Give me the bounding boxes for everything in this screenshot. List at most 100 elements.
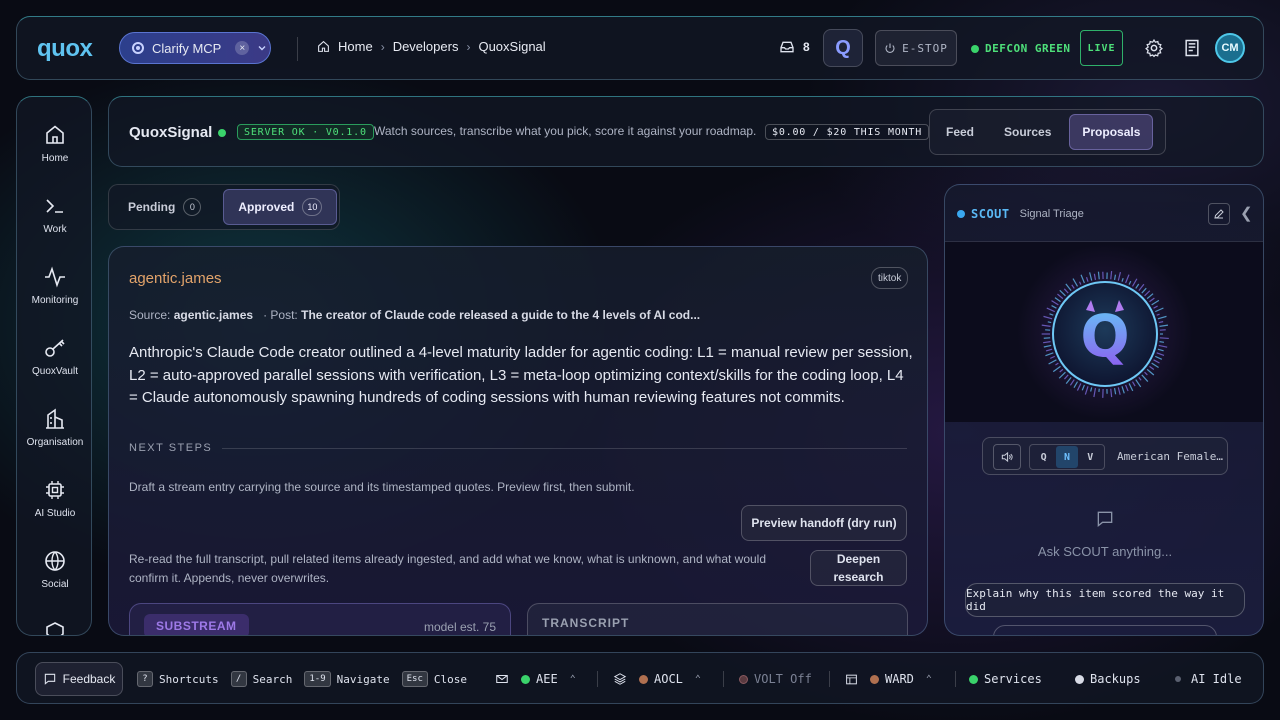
feedback-label: Feedback	[62, 672, 116, 686]
sidebar-item-label: Social	[41, 579, 69, 590]
tab-proposals[interactable]: Proposals	[1069, 114, 1154, 150]
layers-icon	[613, 673, 627, 685]
clear-context-icon[interactable]: ×	[235, 41, 250, 55]
sidebar-item-social[interactable]: Social	[17, 549, 91, 590]
sidebar-item-organisation[interactable]: Organisation	[17, 407, 91, 448]
page-description: Watch sources, transcribe what you pick,…	[374, 124, 757, 138]
speaker-button[interactable]	[993, 444, 1021, 470]
feedback-button[interactable]: Feedback	[35, 662, 123, 696]
next-steps-label: NEXT STEPS	[129, 442, 213, 454]
caret-up-icon[interactable]: ⌃	[926, 674, 932, 685]
search-hint[interactable]: Search	[253, 673, 293, 686]
sidebar-item-monitoring[interactable]: Monitoring	[17, 265, 91, 306]
edit-button[interactable]	[1208, 203, 1230, 225]
backups-label: Backups	[1090, 672, 1141, 686]
status-dot	[969, 674, 978, 684]
context-icon	[132, 42, 144, 54]
scout-name: SCOUT	[971, 207, 1010, 221]
deepen-research-button[interactable]: Deepen research	[810, 550, 907, 586]
voice-name-select[interactable]: American Female…	[1117, 450, 1223, 463]
estop-button[interactable]: E-STOP	[875, 30, 957, 66]
sidebar-item-home[interactable]: Home	[17, 123, 91, 164]
sidebar-item-ai-studio[interactable]: AI Studio	[17, 478, 91, 519]
terminal-icon	[46, 199, 63, 213]
pencil-icon	[1214, 209, 1224, 219]
voice-mode-selector: Q N V	[1029, 444, 1105, 470]
aocl-status[interactable]: AOCL ⌃	[613, 653, 701, 705]
shield-icon	[46, 622, 64, 635]
shortcut-key: 1-9	[304, 671, 331, 687]
services-status[interactable]: Services	[969, 653, 1042, 705]
proposal-title[interactable]: agentic.james	[129, 270, 222, 287]
status-dot	[1175, 676, 1181, 682]
quox-agent-button[interactable]: Q	[823, 29, 863, 67]
book-icon[interactable]	[1182, 38, 1202, 58]
chevron-right-icon: ›	[380, 39, 385, 54]
services-label: Services	[984, 672, 1042, 686]
filter-approved[interactable]: Approved 10	[223, 189, 338, 225]
sidebar-item-work[interactable]: Work	[17, 194, 91, 235]
shortcut-key: Esc	[401, 671, 428, 687]
quox-logo[interactable]: quox	[37, 35, 93, 63]
sidebar-item-quoxvault[interactable]: QuoxVault	[17, 336, 91, 377]
sidebar-item-more[interactable]	[17, 620, 91, 635]
breadcrumb-quoxsignal[interactable]: QuoxSignal	[478, 39, 545, 54]
context-pill[interactable]: Clarify MCP ×	[119, 32, 271, 64]
page-title: QuoxSignal	[129, 124, 227, 141]
tab-feed[interactable]: Feed	[934, 114, 986, 150]
voice-option-v[interactable]: V	[1079, 446, 1101, 468]
ward-status[interactable]: WARD ⌃	[845, 653, 932, 705]
voice-controls: Q N V American Female…	[982, 437, 1228, 475]
volt-status[interactable]: VOLT Off	[739, 653, 812, 705]
divider	[297, 37, 298, 61]
close-hint: Close	[433, 672, 467, 686]
aee-status[interactable]: AEE ⌃	[495, 653, 576, 705]
voice-option-n[interactable]: N	[1055, 446, 1078, 468]
sidebar-item-label: AI Studio	[34, 508, 76, 519]
scout-avatar-icon: Q	[1041, 271, 1169, 398]
scout-header: SCOUT Signal Triage ❮	[945, 185, 1263, 242]
status-dot	[639, 674, 648, 684]
divider	[723, 671, 724, 687]
tab-sources[interactable]: Sources	[992, 114, 1063, 150]
pending-count: 0	[183, 198, 202, 216]
defcon-status: DEFCON GREEN	[971, 42, 1070, 55]
key-icon	[45, 339, 65, 357]
aocl-label: AOCL	[654, 672, 683, 686]
scout-subtitle: Signal Triage	[1019, 208, 1084, 220]
voice-option-q[interactable]: Q	[1033, 446, 1055, 468]
inbox-button[interactable]: 8	[779, 39, 810, 55]
sidebar-item-label: Organisation	[26, 437, 84, 448]
gear-icon[interactable]	[1144, 38, 1164, 58]
live-badge[interactable]: LIVE	[1080, 30, 1123, 66]
status-bar: Feedback ? Shortcuts / Search 1-9 Naviga…	[16, 652, 1264, 704]
panel-icon	[846, 674, 857, 684]
collapse-panel-icon[interactable]: ❮	[1240, 204, 1253, 222]
sidebar-item-label: Work	[43, 224, 67, 235]
suggestion-chip-partial[interactable]	[993, 625, 1217, 635]
status-dot	[739, 674, 748, 684]
sidebar: Home Work Monitoring QuoxVault Organisat…	[16, 96, 92, 636]
activity-icon	[45, 266, 65, 288]
chevron-right-icon: ›	[466, 39, 471, 54]
status-dot	[521, 674, 530, 684]
divider	[222, 447, 907, 449]
scout-title: SCOUT Signal Triage	[957, 207, 1084, 221]
preview-handoff-button[interactable]: Preview handoff (dry run)	[741, 505, 907, 541]
avatar[interactable]: CM	[1215, 33, 1245, 63]
suggestion-chip[interactable]: Explain why this item scored the way it …	[965, 583, 1245, 617]
chevron-down-icon[interactable]	[257, 43, 267, 53]
caret-up-icon[interactable]: ⌃	[695, 674, 701, 685]
breadcrumb-developers[interactable]: Developers	[393, 39, 459, 54]
globe-icon	[45, 551, 65, 571]
backups-status[interactable]: Backups	[1075, 653, 1141, 705]
approved-count: 10	[302, 198, 323, 216]
substream-card: SUBSTREAM model est. 75	[129, 603, 511, 635]
breadcrumb-home[interactable]: Home	[338, 39, 373, 54]
caret-up-icon[interactable]: ⌃	[570, 674, 576, 685]
post-label: · Post:	[263, 308, 298, 322]
shortcuts-hint[interactable]: Shortcuts	[159, 673, 219, 686]
filter-pending[interactable]: Pending 0	[114, 189, 215, 225]
home-icon[interactable]	[317, 40, 330, 53]
ai-status[interactable]: AI Idle	[1175, 653, 1242, 705]
